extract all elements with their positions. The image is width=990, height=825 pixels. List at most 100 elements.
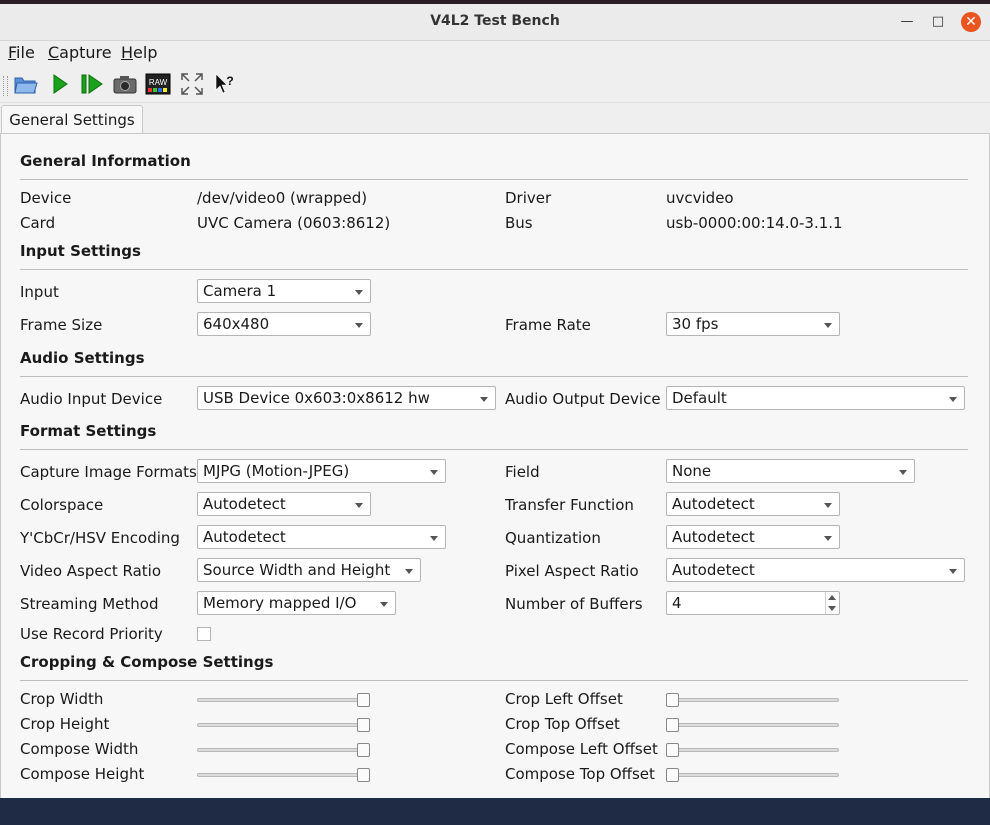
menu-capture-mnemonic: C	[48, 43, 60, 62]
colorspace-select[interactable]: Autodetect	[197, 492, 371, 516]
chevron-down-icon	[355, 323, 363, 328]
tab-bar: General Settings	[0, 103, 990, 134]
chevron-down-icon	[430, 470, 438, 475]
frame-size-select[interactable]: 640x480	[197, 312, 371, 336]
bus-value: usb-0000:00:14.0-3.1.1	[666, 214, 843, 232]
close-button[interactable]: ✕	[961, 12, 981, 32]
driver-value: uvcvideo	[666, 189, 734, 207]
compose-height-slider[interactable]	[197, 768, 370, 782]
audio-output-device-select[interactable]: Default	[666, 386, 965, 410]
compose-left-offset-label: Compose Left Offset	[505, 740, 658, 758]
quantization-value: Autodetect	[672, 528, 755, 546]
raw-capture-button[interactable]: RAW	[145, 71, 171, 97]
capture-formats-select[interactable]: MJPG (Motion-JPEG)	[197, 459, 446, 483]
section-cropping-compose: Cropping & Compose Settings	[20, 653, 274, 671]
field-value: None	[672, 462, 712, 480]
audio-output-device-label: Audio Output Device	[505, 390, 661, 408]
frame-rate-select[interactable]: 30 fps	[666, 312, 840, 336]
menu-capture-label: apture	[59, 43, 112, 62]
slider-groove	[197, 698, 370, 702]
toolbar-grip[interactable]	[3, 76, 8, 96]
encoding-select[interactable]: Autodetect	[197, 525, 446, 549]
record-priority-checkbox[interactable]	[197, 627, 211, 641]
chevron-down-icon	[355, 503, 363, 508]
tab-general-settings[interactable]: General Settings	[1, 105, 143, 134]
compose-width-slider[interactable]	[197, 743, 370, 757]
step-capture-button[interactable]	[79, 71, 105, 97]
device-value: /dev/video0 (wrapped)	[197, 189, 368, 207]
pixel-aspect-ratio-value: Autodetect	[672, 561, 755, 579]
close-icon: ✕	[965, 14, 977, 30]
chevron-down-icon	[949, 569, 957, 574]
minimize-button[interactable]: —	[897, 12, 917, 32]
section-divider	[20, 269, 968, 270]
video-aspect-ratio-label: Video Aspect Ratio	[20, 562, 162, 580]
crop-left-offset-slider[interactable]	[666, 693, 839, 707]
slider-handle[interactable]	[666, 768, 679, 782]
record-priority-label: Use Record Priority	[20, 625, 163, 643]
snapshot-button[interactable]	[112, 71, 138, 97]
video-aspect-ratio-select[interactable]: Source Width and Height	[197, 558, 421, 582]
slider-handle[interactable]	[357, 718, 370, 732]
raw-icon: RAW	[145, 73, 171, 95]
number-of-buffers-spinbox[interactable]: 4	[666, 591, 840, 615]
crop-left-offset-label: Crop Left Offset	[505, 690, 623, 708]
slider-handle[interactable]	[666, 718, 679, 732]
step-capture-icon	[81, 74, 103, 94]
pixel-aspect-ratio-label: Pixel Aspect Ratio	[505, 562, 639, 580]
pixel-aspect-ratio-select[interactable]: Autodetect	[666, 558, 965, 582]
quantization-select[interactable]: Autodetect	[666, 525, 840, 549]
slider-handle[interactable]	[666, 693, 679, 707]
menu-capture[interactable]: Capture	[48, 43, 112, 62]
start-capture-button[interactable]	[47, 71, 73, 97]
slider-handle[interactable]	[357, 768, 370, 782]
background-terminal	[0, 798, 990, 825]
compose-top-offset-slider[interactable]	[666, 768, 839, 782]
maximize-button[interactable]: □	[928, 12, 948, 32]
slider-handle[interactable]	[357, 693, 370, 707]
section-format-settings: Format Settings	[20, 422, 157, 440]
slider-groove	[197, 748, 370, 752]
transfer-function-select[interactable]: Autodetect	[666, 492, 840, 516]
spin-down-icon[interactable]	[828, 606, 836, 611]
whats-this-glyph: ?	[226, 74, 233, 88]
slider-handle[interactable]	[666, 743, 679, 757]
section-divider	[20, 376, 968, 377]
capture-formats-value: MJPG (Motion-JPEG)	[203, 462, 350, 480]
menu-file-label: ile	[16, 43, 35, 62]
menu-file[interactable]: File	[8, 43, 35, 62]
streaming-method-select[interactable]: Memory mapped I/O	[197, 591, 396, 615]
frame-rate-label: Frame Rate	[505, 316, 591, 334]
slider-groove	[197, 723, 370, 727]
audio-input-device-select[interactable]: USB Device 0x603:0x8612 hw	[197, 386, 496, 410]
compose-left-offset-slider[interactable]	[666, 743, 839, 757]
whats-this-button[interactable]: ?	[212, 71, 238, 97]
compose-width-label: Compose Width	[20, 740, 139, 758]
open-icon	[14, 77, 38, 94]
menu-help-mnemonic: H	[121, 43, 134, 62]
encoding-value: Autodetect	[203, 528, 286, 546]
chevron-down-icon	[405, 569, 413, 574]
spin-up-icon[interactable]	[828, 595, 836, 600]
chevron-down-icon	[380, 602, 388, 607]
field-select[interactable]: None	[666, 459, 915, 483]
crop-width-slider[interactable]	[197, 693, 370, 707]
slider-groove	[666, 698, 839, 702]
slider-groove	[666, 723, 839, 727]
video-aspect-ratio-value: Source Width and Height	[203, 561, 391, 579]
number-of-buffers-label: Number of Buffers	[505, 595, 643, 613]
crop-top-offset-slider[interactable]	[666, 718, 839, 732]
menu-bar: File Capture Help	[0, 41, 990, 65]
chevron-down-icon	[480, 397, 488, 402]
compose-top-offset-label: Compose Top Offset	[505, 765, 655, 783]
frame-size-value: 640x480	[203, 315, 270, 333]
menu-file-mnemonic: F	[8, 43, 17, 62]
crop-height-slider[interactable]	[197, 718, 370, 732]
fullscreen-button[interactable]	[179, 71, 205, 97]
colorspace-label: Colorspace	[20, 496, 104, 514]
slider-handle[interactable]	[357, 743, 370, 757]
number-of-buffers-value: 4	[672, 594, 682, 612]
menu-help[interactable]: Help	[121, 43, 157, 62]
input-select[interactable]: Camera 1	[197, 279, 371, 303]
open-device-button[interactable]	[13, 71, 39, 97]
